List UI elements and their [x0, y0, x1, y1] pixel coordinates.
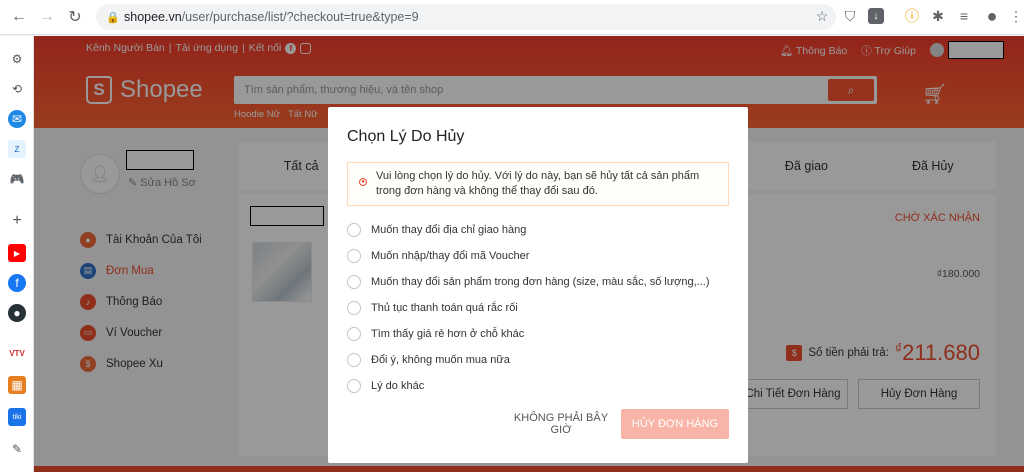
add-icon[interactable]: +	[8, 212, 26, 230]
confirm-cancel-button[interactable]: HỦY ĐƠN HÀNG	[621, 409, 729, 439]
reason-option[interactable]: Tìm thấy giá rẻ hơn ở chỗ khác	[347, 325, 524, 343]
browser-toolbar: ← → ↻ 🔒 shopee.vn/user/purchase/list/?ch…	[0, 0, 1024, 35]
address-bar[interactable]: 🔒 shopee.vn/user/purchase/list/?checkout…	[96, 4, 836, 30]
facebook-icon[interactable]: f	[8, 274, 26, 292]
reason-option[interactable]: Muốn thay đổi địa chỉ giao hàng	[347, 221, 526, 239]
info-icon: ●	[359, 178, 367, 186]
reason-option[interactable]: Muốn nhập/thay đổi mã Voucher	[347, 247, 529, 265]
warning-notice: ● Vui lòng chọn lý do hủy. Với lý do này…	[347, 162, 729, 206]
radio-button[interactable]	[347, 301, 361, 315]
browser-sidebar: ⚙ ⟲ ✉ Z 🎮 + ▶ f ● VTV ▦ tiki ✎	[0, 36, 34, 472]
settings-icon[interactable]: ⚙	[8, 50, 26, 68]
radio-button[interactable]	[347, 223, 361, 237]
reason-option[interactable]: Thủ tục thanh toán quá rắc rối	[347, 299, 518, 317]
reason-label: Thủ tục thanh toán quá rắc rối	[371, 302, 518, 314]
profile-icon[interactable]: ●	[982, 6, 1002, 26]
gamepad-icon[interactable]: 🎮	[8, 170, 26, 188]
cancel-reason-dialog: Chọn Lý Do Hủy ● Vui lòng chọn lý do hủy…	[328, 107, 748, 463]
url-path: /user/purchase/list/?checkout=true&type=…	[181, 10, 419, 24]
lock-icon: 🔒	[106, 12, 120, 24]
radio-button[interactable]	[347, 379, 361, 393]
radio-button[interactable]	[347, 275, 361, 289]
reason-label: Muốn thay đổi địa chỉ giao hàng	[371, 224, 527, 236]
media-queue-icon[interactable]: ≡	[954, 6, 974, 26]
dialog-title: Chọn Lý Do Hủy	[347, 128, 465, 145]
reason-option[interactable]: Lý do khác	[347, 377, 424, 395]
url-host: shopee.vn	[124, 10, 182, 24]
reason-label: Muốn thay đổi sản phẩm trong đơn hàng (s…	[371, 276, 710, 288]
reason-option[interactable]: Muốn thay đổi sản phẩm trong đơn hàng (s…	[347, 273, 710, 291]
history-icon[interactable]: ⟲	[8, 80, 26, 98]
puzzle-extensions-icon[interactable]: ✱	[928, 6, 948, 26]
zalo-icon[interactable]: Z	[8, 140, 26, 158]
reason-label: Muốn nhập/thay đổi mã Voucher	[371, 250, 530, 262]
messenger-icon[interactable]: ✉	[8, 110, 26, 128]
bookmark-star-icon[interactable]: ☆	[812, 6, 832, 26]
radio-button[interactable]	[347, 249, 361, 263]
reason-label: Tìm thấy giá rẻ hơn ở chỗ khác	[371, 328, 525, 340]
app-icon[interactable]: ●	[8, 304, 26, 322]
download-extension-icon[interactable]: ↓	[868, 8, 884, 24]
app-thumbnail-icon[interactable]: ▦	[8, 376, 26, 394]
shield-extension-icon[interactable]: ⛉	[840, 6, 860, 26]
notice-text: Vui lòng chọn lý do hủy. Với lý do này, …	[376, 170, 700, 197]
palette-icon[interactable]: ✎	[8, 440, 26, 458]
reason-option[interactable]: Đổi ý, không muốn mua nữa	[347, 351, 510, 369]
not-now-button[interactable]: KHÔNG PHẢI BÂY GIỜ	[513, 409, 609, 439]
back-icon[interactable]: ←	[6, 4, 32, 30]
reason-label: Lý do khác	[371, 380, 425, 392]
radio-button[interactable]	[347, 327, 361, 341]
youtube-icon[interactable]: ▶	[8, 244, 26, 262]
alert-extension-icon[interactable]: ⓘ	[902, 6, 922, 26]
forward-icon[interactable]: →	[34, 4, 60, 30]
tiki-icon[interactable]: tiki	[8, 408, 26, 426]
vtv-icon[interactable]: VTV	[8, 344, 26, 362]
more-menu-icon[interactable]: ⋮	[1006, 6, 1024, 26]
reload-icon[interactable]: ↻	[62, 4, 88, 30]
reason-label: Đổi ý, không muốn mua nữa	[371, 354, 510, 366]
radio-button[interactable]	[347, 353, 361, 367]
